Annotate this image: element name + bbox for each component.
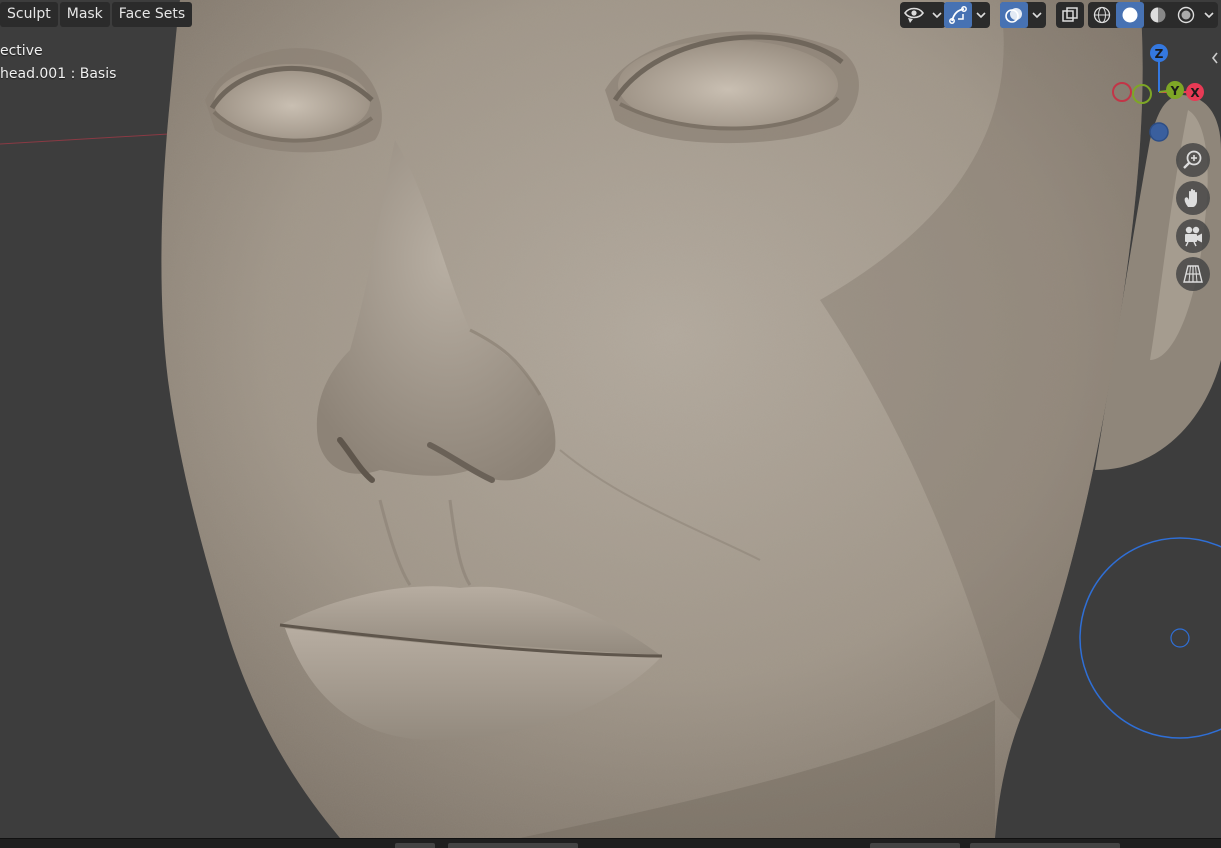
grid-icon	[1183, 265, 1203, 283]
sculpt-menu[interactable]: Sculpt	[0, 2, 58, 27]
y-label: Y	[1170, 84, 1180, 98]
sculpt-mesh-render	[0, 0, 1221, 838]
zoom-button[interactable]	[1176, 143, 1210, 177]
navigation-gizmo[interactable]: Y X Z	[1105, 40, 1221, 150]
ortho-toggle-button[interactable]	[1176, 257, 1210, 291]
brush-center-circle	[1170, 628, 1190, 648]
neg-y-handle[interactable]	[1132, 84, 1152, 104]
wireframe-sphere-icon	[1093, 6, 1111, 24]
z-label: Z	[1155, 47, 1164, 61]
overlays-dropdown[interactable]	[1028, 2, 1046, 28]
brush-cursor	[1079, 537, 1221, 739]
chevron-down-icon	[976, 12, 986, 19]
solid-sphere-icon	[1122, 7, 1138, 23]
chevron-down-icon	[932, 12, 942, 19]
neg-z-handle[interactable]	[1149, 122, 1169, 142]
gizmo-dropdown[interactable]	[972, 2, 990, 28]
xray-group	[1056, 2, 1084, 28]
shading-group	[1088, 2, 1218, 28]
shading-solid-button[interactable]	[1116, 2, 1144, 28]
material-sphere-icon	[1150, 7, 1166, 23]
gizmo-group	[944, 2, 990, 28]
camera-view-button[interactable]	[1176, 219, 1210, 253]
chevron-down-icon	[1204, 12, 1214, 19]
view-name-label: ective	[0, 43, 43, 59]
zoom-icon	[1183, 150, 1202, 169]
xray-icon	[1062, 7, 1078, 22]
rendered-sphere-icon	[1177, 6, 1195, 24]
neg-x-handle[interactable]	[1112, 82, 1132, 102]
eye-icon	[904, 7, 924, 23]
face-sets-menu[interactable]: Face Sets	[111, 2, 193, 27]
shading-dropdown[interactable]	[1200, 2, 1218, 28]
visibility-group	[900, 2, 946, 28]
pan-button[interactable]	[1176, 181, 1210, 215]
shading-material-button[interactable]	[1144, 2, 1172, 28]
overlays-toggle-button[interactable]	[1000, 2, 1028, 28]
visibility-button[interactable]	[900, 2, 928, 28]
overlays-group	[1000, 2, 1046, 28]
hand-icon	[1184, 188, 1197, 207]
gizmo-toggle-button[interactable]	[944, 2, 972, 28]
3d-viewport[interactable]: Sculpt Mask Face Sets ective head.001 : …	[0, 0, 1221, 838]
overlay-icon	[1005, 8, 1022, 23]
object-name-label: head.001 : Basis	[0, 66, 117, 82]
mask-menu[interactable]: Mask	[59, 2, 110, 27]
brush-radius-circle	[1079, 537, 1221, 739]
header-menu: Sculpt Mask Face Sets	[0, 2, 193, 27]
chevron-down-icon	[1032, 12, 1042, 19]
gizmo-icon	[949, 6, 967, 24]
camera-icon	[1185, 226, 1202, 247]
shading-wireframe-button[interactable]	[1088, 2, 1116, 28]
xray-toggle-button[interactable]	[1056, 2, 1084, 28]
x-label: X	[1190, 86, 1200, 100]
x-axis-line	[0, 132, 186, 145]
shading-rendered-button[interactable]	[1172, 2, 1200, 28]
